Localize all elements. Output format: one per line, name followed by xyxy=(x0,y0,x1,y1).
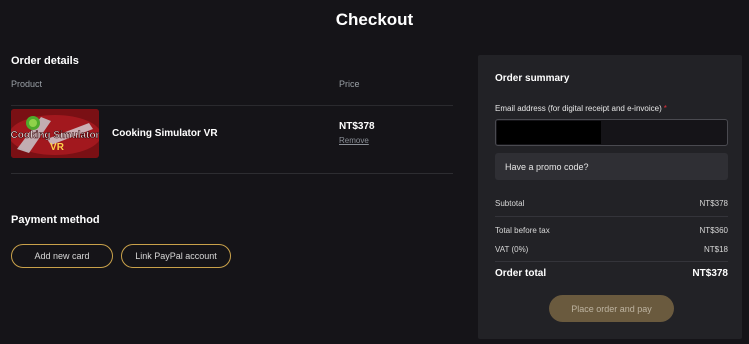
product-column-header: Product xyxy=(11,79,43,89)
column-headers: Product Price xyxy=(11,79,453,93)
order-details-title: Order details xyxy=(11,55,79,67)
subtotal-value: NT$378 xyxy=(699,199,728,208)
vat-value: NT$18 xyxy=(703,245,728,254)
vat-row: VAT (0%) NT$18 xyxy=(495,245,728,254)
product-price: NT$378 xyxy=(339,121,375,132)
order-details-section: Order details Product Price Cooking Simu… xyxy=(11,55,453,174)
email-label-text: Email address (for digital receipt and e… xyxy=(495,104,662,113)
product-row: Cooking Simulator VR Cooking Simulator V… xyxy=(11,105,453,174)
order-summary-title: Order summary xyxy=(495,73,570,84)
place-order-button[interactable]: Place order and pay xyxy=(549,295,674,322)
cover-vr-text: VR xyxy=(50,142,65,153)
cover-title-text: Cooking Simulator xyxy=(11,130,99,141)
required-marker: * xyxy=(663,104,667,113)
order-total-label: Order total xyxy=(495,268,547,279)
remove-link[interactable]: Remove xyxy=(339,136,369,145)
add-new-card-button[interactable]: Add new card xyxy=(11,244,113,268)
subtotal-label: Subtotal xyxy=(495,199,525,208)
price-column-header: Price xyxy=(339,79,360,89)
email-label: Email address (for digital receipt and e… xyxy=(495,104,667,113)
order-total-value: NT$378 xyxy=(692,268,728,279)
vat-label: VAT (0%) xyxy=(495,245,529,254)
order-summary-panel: Order summary Email address (for digital… xyxy=(478,55,742,339)
product-name[interactable]: Cooking Simulator VR xyxy=(112,128,218,139)
redacted-email xyxy=(497,121,601,144)
summary-divider xyxy=(495,216,728,217)
subtotal-row: Subtotal NT$378 xyxy=(495,199,728,208)
summary-divider xyxy=(495,261,728,262)
order-total-row: Order total NT$378 xyxy=(495,268,728,279)
payment-method-title: Payment method xyxy=(11,214,100,226)
link-paypal-button[interactable]: Link PayPal account xyxy=(121,244,231,268)
before-tax-value: NT$360 xyxy=(699,226,728,235)
promo-code-button[interactable]: Have a promo code? xyxy=(495,153,728,180)
row-divider xyxy=(11,173,453,174)
product-thumbnail[interactable]: Cooking Simulator VR xyxy=(11,109,99,158)
before-tax-label: Total before tax xyxy=(495,226,550,235)
page-title: Checkout xyxy=(335,10,414,29)
game-cover-art: Cooking Simulator VR xyxy=(11,109,99,158)
before-tax-row: Total before tax NT$360 xyxy=(495,226,728,235)
